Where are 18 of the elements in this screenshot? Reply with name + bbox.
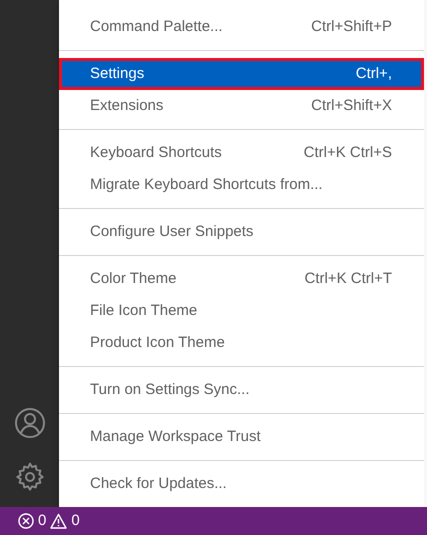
- account-icon[interactable]: [14, 407, 46, 439]
- menu-item[interactable]: Color Theme Ctrl+K Ctrl+T: [59, 263, 424, 295]
- menu-item[interactable]: Turn on Settings Sync...: [59, 374, 424, 406]
- error-icon[interactable]: [18, 513, 34, 529]
- menu-item[interactable]: File Icon Theme: [59, 295, 424, 327]
- settings-icon[interactable]: [14, 461, 46, 493]
- menu-item[interactable]: Manage Workspace Trust: [59, 421, 424, 453]
- warning-count: 0: [71, 510, 80, 531]
- menu-item[interactable]: Check for Updates...: [59, 468, 424, 500]
- menu-item[interactable]: Migrate Keyboard Shortcuts from...: [59, 169, 424, 201]
- menu-item[interactable]: Command Palette... Ctrl+Shift+P: [59, 11, 424, 43]
- menu-item[interactable]: Product Icon Theme: [59, 327, 424, 359]
- menu-item[interactable]: Configure User Snippets: [59, 216, 424, 248]
- menu-item[interactable]: Keyboard Shortcuts Ctrl+K Ctrl+S: [59, 137, 424, 169]
- error-count: 0: [38, 510, 46, 531]
- menu-item[interactable]: Extensions Ctrl+Shift+X: [59, 90, 424, 122]
- menu-item[interactable]: Settings Ctrl+,: [59, 58, 424, 90]
- warning-icon[interactable]: [50, 513, 68, 529]
